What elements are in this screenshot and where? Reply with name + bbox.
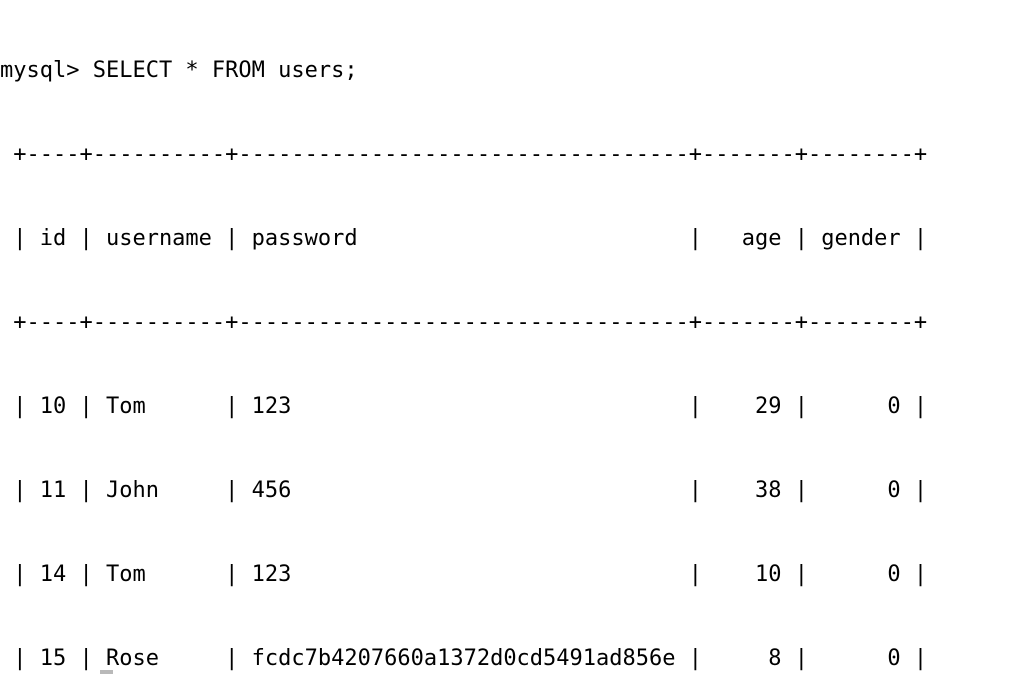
terminal-output-area: mysql> SELECT * FROM users; +----+------… bbox=[0, 1, 1028, 680]
text-cursor bbox=[100, 670, 113, 674]
command-line-select-users[interactable]: mysql> SELECT * FROM users; bbox=[0, 57, 1028, 85]
users-table-top-border: +----+----------+-----------------------… bbox=[0, 142, 928, 167]
users-table-header-row: | id | username | password | age | gende… bbox=[0, 226, 928, 251]
users-table-row: | 11 | John | 456 | 38 | 0 | bbox=[0, 478, 928, 503]
bottom-partial-prompt-line: mysql> bbox=[0, 664, 1028, 680]
users-table-header-separator: +----+----------+-----------------------… bbox=[0, 310, 928, 335]
mysql-terminal-console[interactable]: +------+----------+---------------------… bbox=[0, 0, 1028, 680]
users-table-row: | 10 | Tom | 123 | 29 | 0 | bbox=[0, 394, 928, 419]
users-table-row: | 14 | Tom | 123 | 10 | 0 | bbox=[0, 562, 928, 587]
